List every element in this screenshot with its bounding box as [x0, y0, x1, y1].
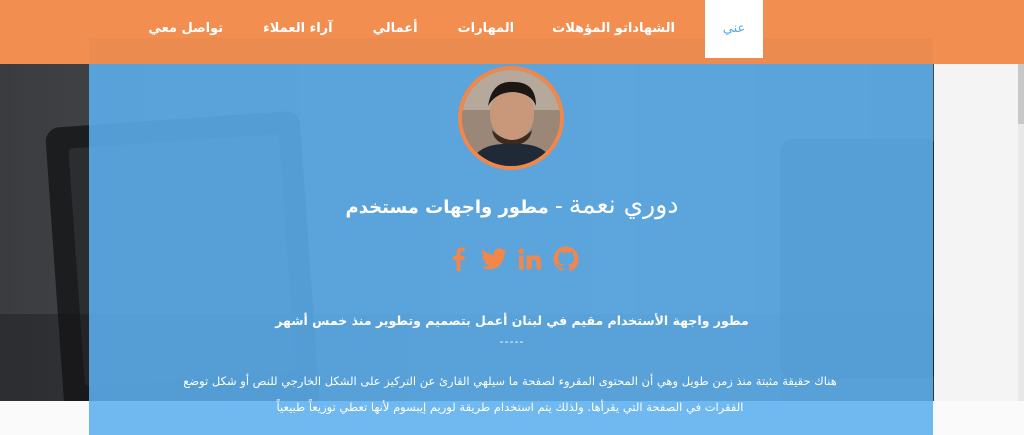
profile-heading: دوري نعمة-مطور واجهات مستخدم	[0, 190, 1024, 219]
profile-avatar	[458, 66, 564, 170]
linkedin-icon	[518, 248, 541, 270]
scrollbar-thumb[interactable]	[1018, 64, 1024, 124]
nav-item-portfolio[interactable]: أعمالي	[373, 0, 418, 58]
avatar-photo	[462, 70, 560, 166]
github-icon	[553, 246, 579, 272]
text-divider: -----	[499, 335, 525, 348]
intro-text: مطور واجهة الأستخدام مقيم في لبنان أعمل …	[275, 313, 749, 328]
nav-menu: عني الشهاداتو المؤهلات المهارات أعمالي آ…	[148, 0, 1024, 64]
nav-item-testimonials[interactable]: آراء العملاء	[263, 0, 332, 58]
name-separator: -	[554, 194, 563, 219]
github-link[interactable]	[552, 244, 580, 274]
linkedin-link[interactable]	[516, 244, 544, 274]
profile-name: دوري نعمة	[568, 190, 679, 219]
nav-item-certificates[interactable]: الشهاداتو المؤهلات	[552, 0, 675, 58]
social-links	[0, 244, 1024, 274]
facebook-link[interactable]	[444, 244, 472, 274]
twitter-link[interactable]	[480, 244, 508, 274]
nav-item-about[interactable]: عني	[705, 0, 763, 58]
scrollbar[interactable]	[1018, 64, 1024, 401]
nav-item-skills[interactable]: المهارات	[458, 0, 515, 58]
nav-item-contact[interactable]: تواصل معي	[148, 0, 223, 58]
top-navbar: عني الشهاداتو المؤهلات المهارات أعمالي آ…	[0, 0, 1024, 64]
profile-role: مطور واجهات مستخدم	[345, 197, 549, 218]
twitter-icon	[481, 248, 507, 270]
about-paragraph: هناك حقيقة مثبتة منذ زمن طويل وهي أن الم…	[183, 374, 837, 414]
page-edge	[934, 64, 1024, 401]
facebook-icon	[453, 247, 465, 271]
